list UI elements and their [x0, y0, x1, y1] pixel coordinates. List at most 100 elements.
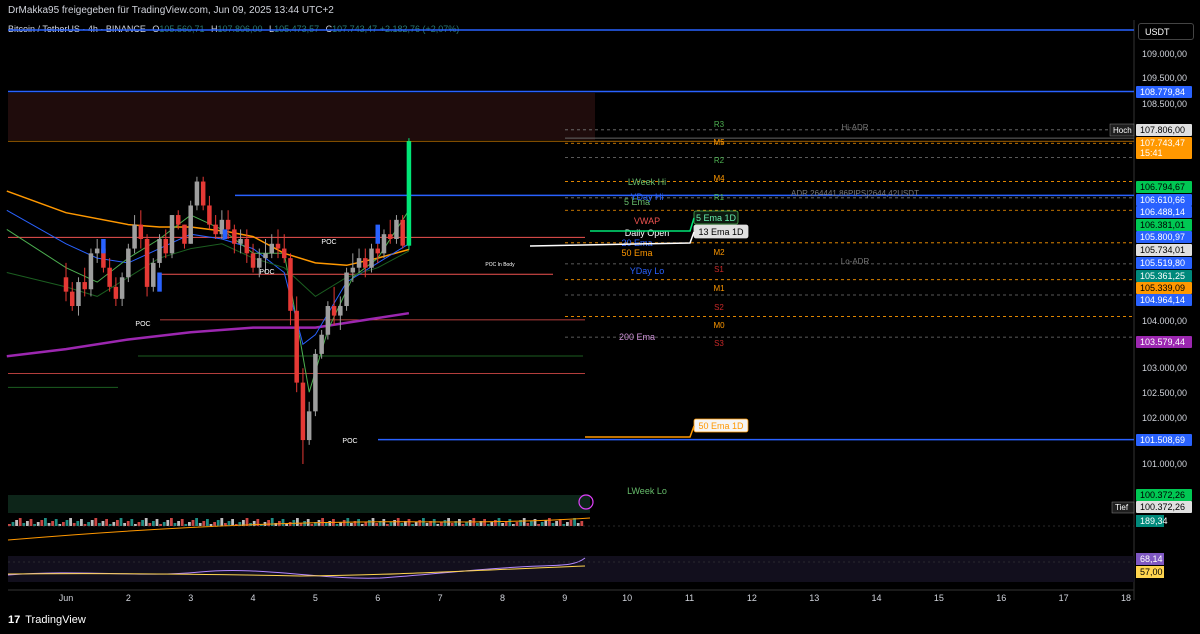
ema-50-curve [6, 190, 410, 267]
volume-bar [548, 518, 551, 526]
volume-bar [22, 523, 26, 526]
tradingview-logo[interactable]: 17 TradingView [8, 614, 86, 626]
volume-bar [209, 524, 213, 526]
lweek-lo-zone [8, 495, 590, 513]
x-tick-label: 10 [622, 593, 632, 603]
x-tick-label: Jun [59, 593, 74, 603]
volume-bar [137, 522, 141, 526]
volume-bar [393, 520, 396, 526]
tradingview-mark-icon: 17 [8, 614, 21, 626]
price-badge-label: 107.806,00 [1140, 125, 1185, 135]
pane-badge-label: 57,00 [1140, 567, 1163, 577]
volume-bar [400, 523, 404, 526]
volume-bar [569, 520, 573, 526]
volume-bar [425, 523, 429, 526]
volume-bar [195, 518, 198, 526]
x-tick-label: 2 [126, 593, 131, 603]
volume-bar [177, 521, 180, 526]
y-tick-label: 108.500,00 [1142, 99, 1187, 109]
volume-bar [170, 518, 173, 526]
price-badge-label: 106.381,01 [1140, 220, 1185, 230]
candle-body [338, 306, 343, 316]
y-tick-label: 104.000,00 [1142, 316, 1187, 326]
volume-bar [47, 523, 51, 526]
x-tick-label: 7 [438, 593, 443, 603]
candle-body [300, 382, 306, 441]
x-tick-label: 18 [1121, 593, 1131, 603]
volume-bar [522, 518, 526, 526]
candle-body [63, 277, 69, 292]
annotation-label: 50 Ema [621, 248, 652, 258]
volume-bar [112, 522, 116, 526]
volume-bar [105, 519, 108, 526]
x-tick-label: 15 [934, 593, 944, 603]
volume-bar [468, 520, 472, 526]
y-tick-label: 102.500,00 [1142, 388, 1187, 398]
annotation-label: Hi-ADR [841, 123, 868, 132]
poc-label: POC [135, 321, 150, 328]
ema-13-1d-leader [529, 231, 695, 247]
volume-bar [324, 523, 328, 526]
annotation-label: 20 Ema [621, 238, 652, 248]
candle-body [107, 267, 112, 287]
volume-bar [450, 523, 454, 526]
volume-bar [155, 519, 159, 526]
candle-body [138, 224, 144, 239]
volume-bar [152, 521, 155, 526]
volume-bar [414, 522, 418, 526]
candle-body [331, 306, 337, 316]
ema-50-1d-leader [585, 425, 695, 438]
volume-bar [443, 520, 447, 526]
highlight-candle [222, 229, 228, 239]
candle-body [151, 262, 156, 287]
volume-bar [65, 520, 69, 526]
y-tick-label: 103.000,00 [1142, 363, 1187, 373]
annotation-label: R1 [714, 193, 725, 202]
volume-bar [533, 519, 537, 526]
candle-body [225, 219, 231, 230]
volume-bar [465, 522, 468, 526]
candle-body [207, 205, 212, 225]
annotation-label: R2 [714, 156, 725, 165]
volume-bar [310, 524, 314, 526]
candle-body [257, 258, 262, 268]
price-badge-label: 100.372,26 [1140, 502, 1185, 512]
highlight-candle [375, 224, 380, 244]
candle-body [294, 310, 299, 383]
volume-bar [162, 522, 166, 526]
price-badge-label: 104.964,14 [1140, 295, 1185, 305]
candle-body [306, 411, 312, 441]
volume-bar [188, 522, 191, 526]
annotation-label: Daily Open [625, 228, 670, 238]
volume-bar [116, 520, 119, 526]
x-tick-label: 14 [872, 593, 882, 603]
candle-body [232, 229, 237, 244]
volume-bar [18, 518, 22, 526]
volume-bar [501, 523, 504, 526]
volume-bar [328, 521, 332, 526]
annotation-label: YDay Lo [630, 266, 665, 276]
volume-bar [580, 521, 584, 526]
candle-body [288, 258, 293, 311]
candle-body [69, 291, 75, 307]
annotation-label: R3 [714, 120, 725, 129]
volume-bar [540, 522, 544, 526]
price-chart[interactable]: 109.500,00 109.000,00 108.500,00 104.000,00… [0, 0, 1200, 608]
volume-bar [267, 520, 270, 526]
ema-1d-label: 13 Ema 1D [698, 227, 744, 237]
volume-bar [202, 521, 206, 526]
volume-bar [407, 519, 411, 526]
price-badge-label: 106.794,67 [1140, 182, 1185, 192]
candle-body [163, 238, 169, 254]
x-tick-label: 12 [747, 593, 757, 603]
y-tick-label: 109.000,00 [1142, 49, 1187, 59]
candle-body [394, 219, 399, 239]
candle-body [238, 238, 243, 244]
volume-bar [483, 519, 486, 526]
volume-bar [364, 522, 368, 526]
candle-body [244, 238, 250, 254]
x-tick-label: 16 [996, 593, 1006, 603]
candle-body [350, 267, 356, 273]
volume-bar [126, 521, 130, 526]
volume-bar [141, 520, 144, 526]
